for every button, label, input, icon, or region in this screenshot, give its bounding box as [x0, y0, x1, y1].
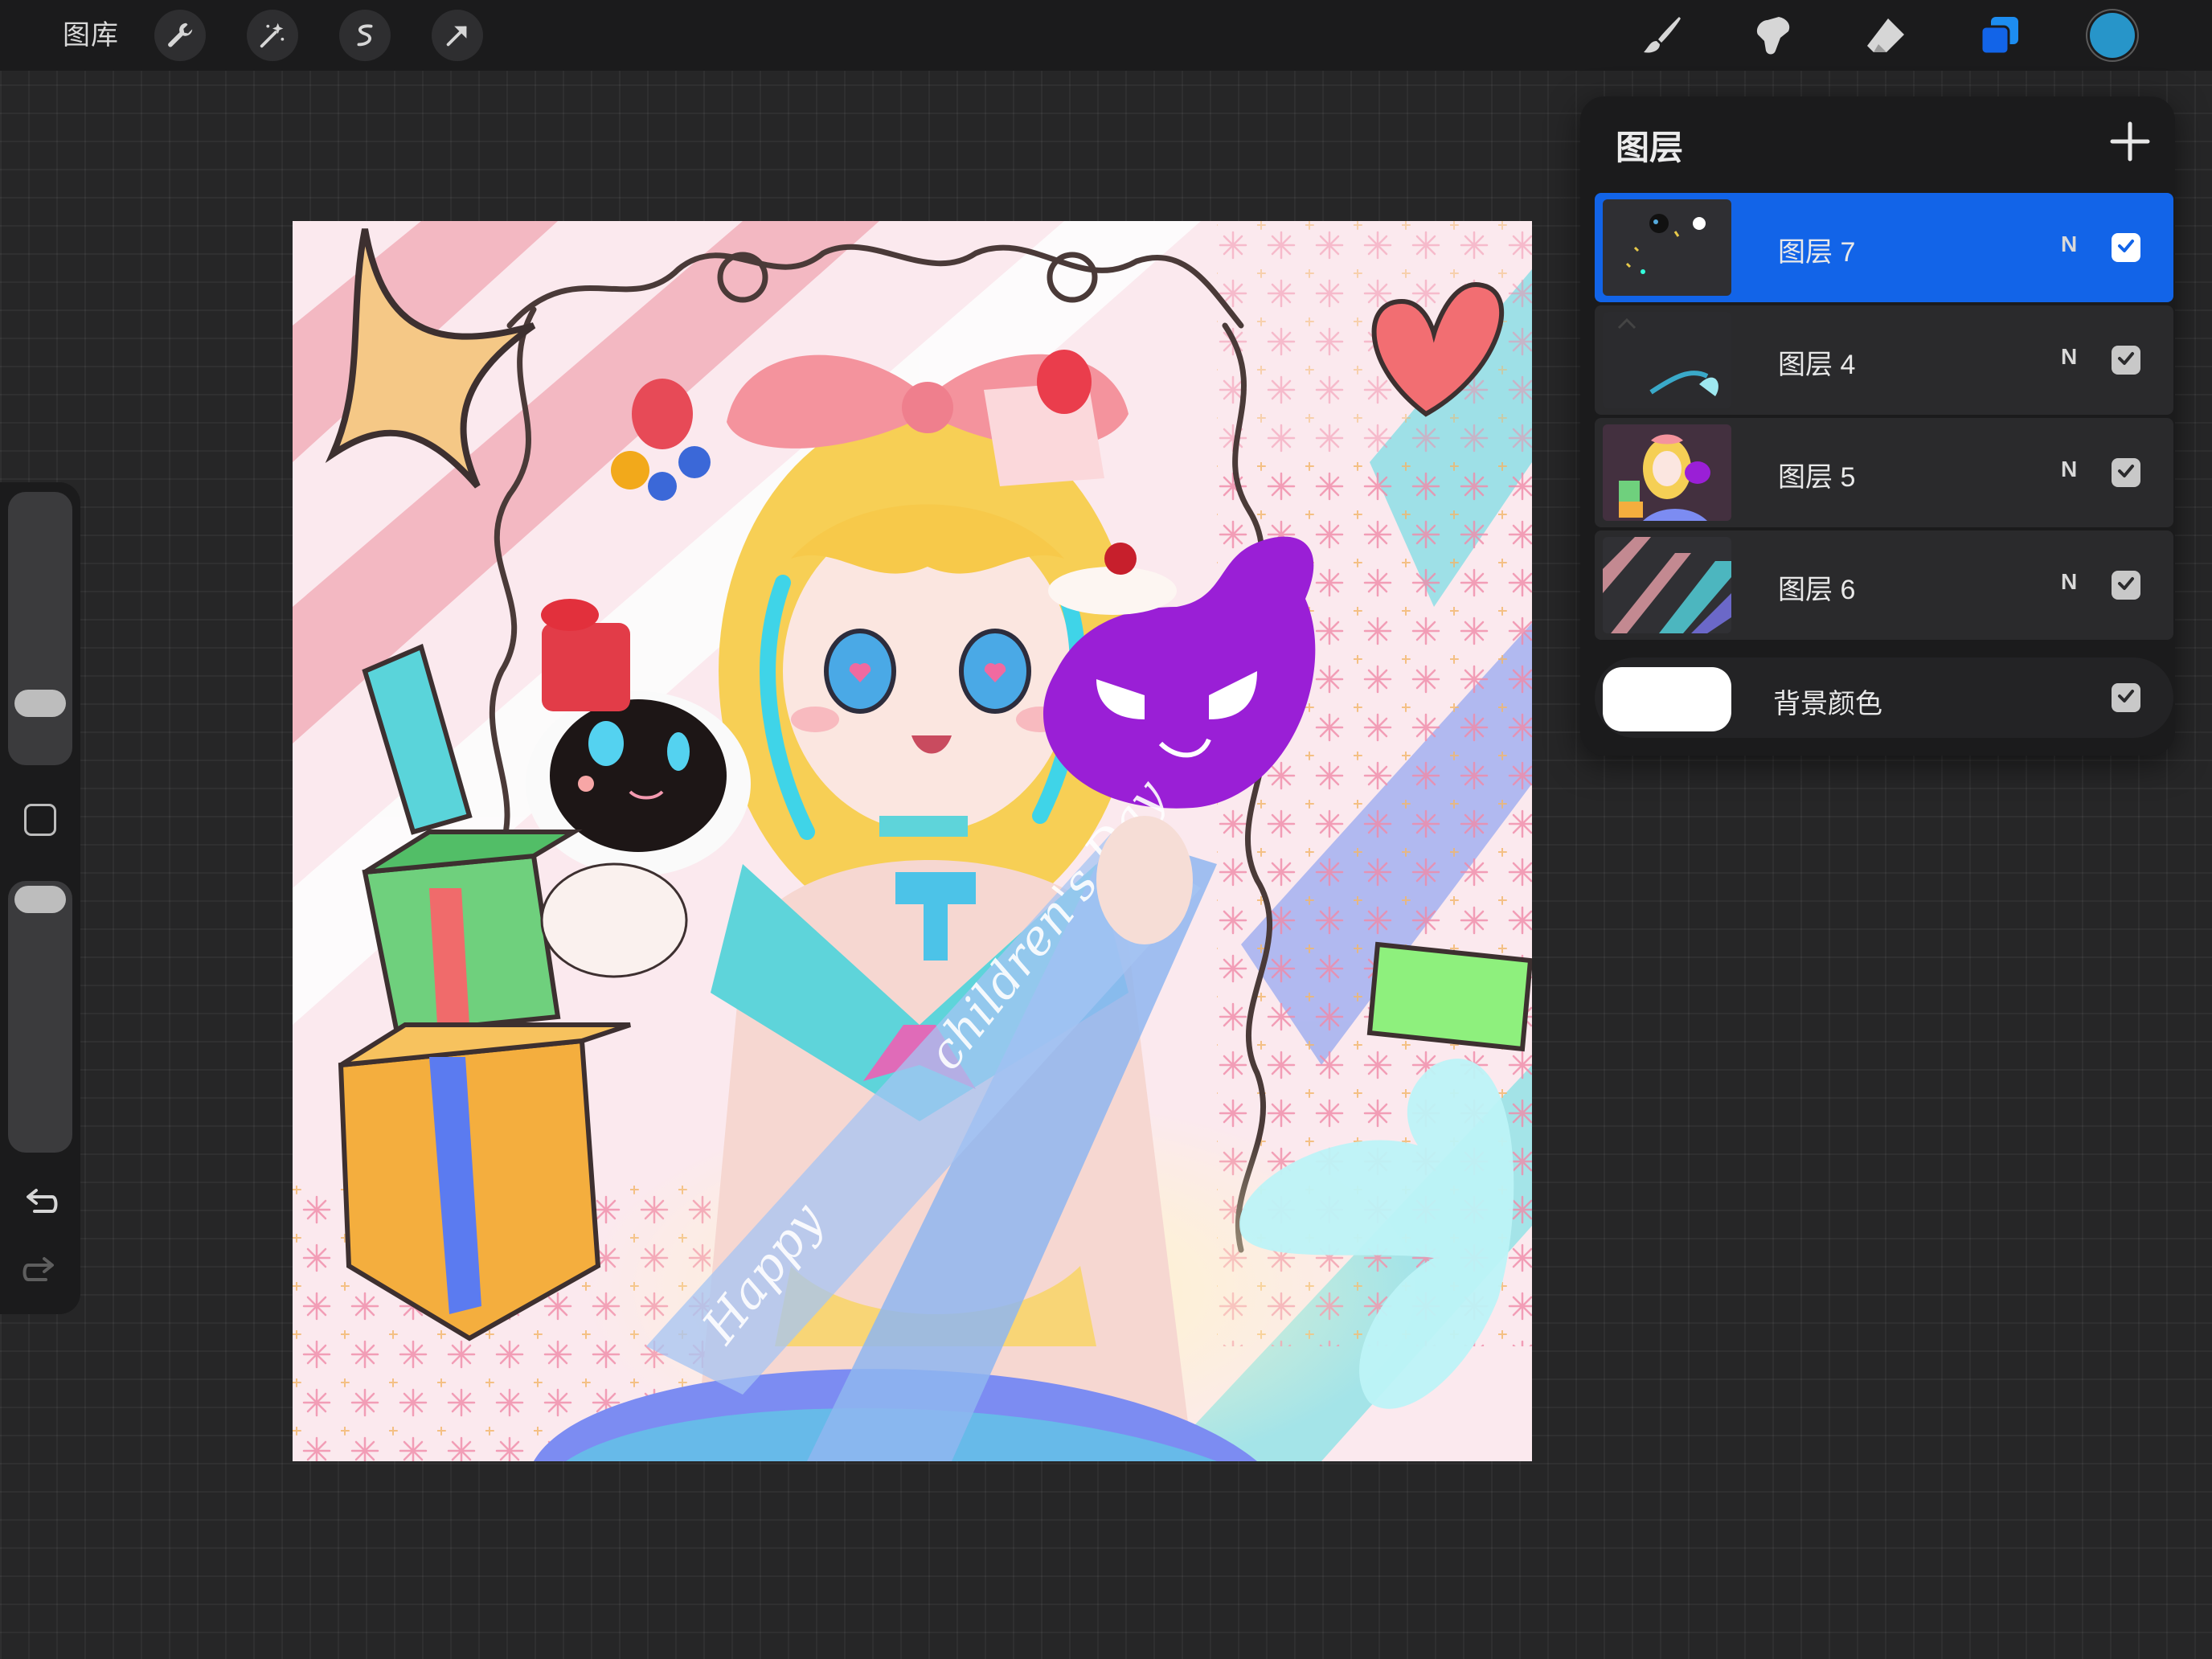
- left-sidebar: [0, 482, 80, 1314]
- layer-thumbnail: [1603, 199, 1731, 296]
- layer-thumbnail: [1603, 424, 1731, 521]
- layer-thumbnail: [1603, 537, 1731, 633]
- background-color-swatch[interactable]: [1603, 667, 1731, 731]
- actions-button[interactable]: [154, 10, 206, 61]
- blend-mode-button[interactable]: N: [2061, 231, 2077, 257]
- undo-icon: [20, 1189, 60, 1227]
- smudge-button[interactable]: [1747, 10, 1799, 61]
- selection-button[interactable]: [339, 10, 391, 61]
- layer-row[interactable]: 图层 7 N: [1595, 193, 2173, 302]
- drawing-canvas[interactable]: Happy children's Day: [293, 221, 1532, 1461]
- layer-row[interactable]: 图层 5 N: [1595, 418, 2173, 527]
- smudge-icon: [1751, 14, 1795, 57]
- blend-mode-button[interactable]: N: [2061, 344, 2077, 370]
- undo-button[interactable]: [20, 1184, 60, 1224]
- checkmark-icon: [2116, 349, 2136, 372]
- opacity-slider[interactable]: [8, 881, 72, 1153]
- brush-size-slider[interactable]: [8, 492, 72, 765]
- blend-mode-button[interactable]: N: [2061, 569, 2077, 595]
- gallery-button[interactable]: 图库: [63, 16, 119, 55]
- brush-size-thumb[interactable]: [14, 690, 66, 717]
- magic-wand-icon: [257, 20, 288, 51]
- layers-panel: 图层 图层 7 N 图层 4 N 图层 5 N 图层 6 N 背景颜色: [1580, 96, 2175, 756]
- transform-button[interactable]: [432, 10, 483, 61]
- background-color-label: 背景颜色: [1773, 689, 1882, 719]
- brush-button[interactable]: [1636, 10, 1688, 61]
- checkmark-icon: [2116, 686, 2136, 710]
- visibility-checkbox[interactable]: [2112, 683, 2140, 712]
- layers-button[interactable]: [1974, 10, 2026, 61]
- brush-icon: [1641, 14, 1684, 57]
- layer-name: 图层 4: [1778, 350, 1856, 380]
- layer-row[interactable]: 图层 4 N: [1595, 305, 2173, 415]
- eraser-button[interactable]: [1860, 10, 1911, 61]
- opacity-thumb[interactable]: [14, 886, 66, 913]
- selection-icon: [350, 20, 380, 51]
- adjustments-button[interactable]: [247, 10, 298, 61]
- layers-icon: [1978, 14, 2022, 57]
- color-picker-button[interactable]: [2090, 13, 2135, 58]
- transform-arrow-icon: [442, 20, 473, 51]
- top-toolbar: 图库: [0, 0, 2212, 71]
- redo-icon: [20, 1257, 60, 1296]
- wrench-icon: [165, 20, 195, 51]
- artwork-illustration: Happy children's Day: [293, 221, 1532, 1461]
- plus-icon: [2106, 121, 2154, 169]
- visibility-checkbox[interactable]: [2112, 233, 2140, 262]
- layer-name: 图层 7: [1778, 237, 1856, 268]
- add-layer-button[interactable]: [2106, 117, 2154, 166]
- layers-panel-title: 图层: [1616, 129, 1684, 166]
- eraser-icon: [1864, 14, 1907, 57]
- checkmark-icon: [2116, 236, 2136, 260]
- checkmark-icon: [2116, 461, 2136, 485]
- layer-name: 图层 6: [1778, 575, 1856, 605]
- modify-button[interactable]: [24, 804, 56, 836]
- visibility-checkbox[interactable]: [2112, 571, 2140, 600]
- background-color-row[interactable]: 背景颜色: [1595, 657, 2173, 738]
- layer-row[interactable]: 图层 6 N: [1595, 530, 2173, 640]
- redo-button[interactable]: [20, 1252, 60, 1292]
- visibility-checkbox[interactable]: [2112, 346, 2140, 375]
- visibility-checkbox[interactable]: [2112, 458, 2140, 487]
- blend-mode-button[interactable]: N: [2061, 457, 2077, 482]
- layer-name: 图层 5: [1778, 462, 1856, 493]
- checkmark-icon: [2116, 574, 2136, 597]
- layer-thumbnail: [1603, 312, 1731, 408]
